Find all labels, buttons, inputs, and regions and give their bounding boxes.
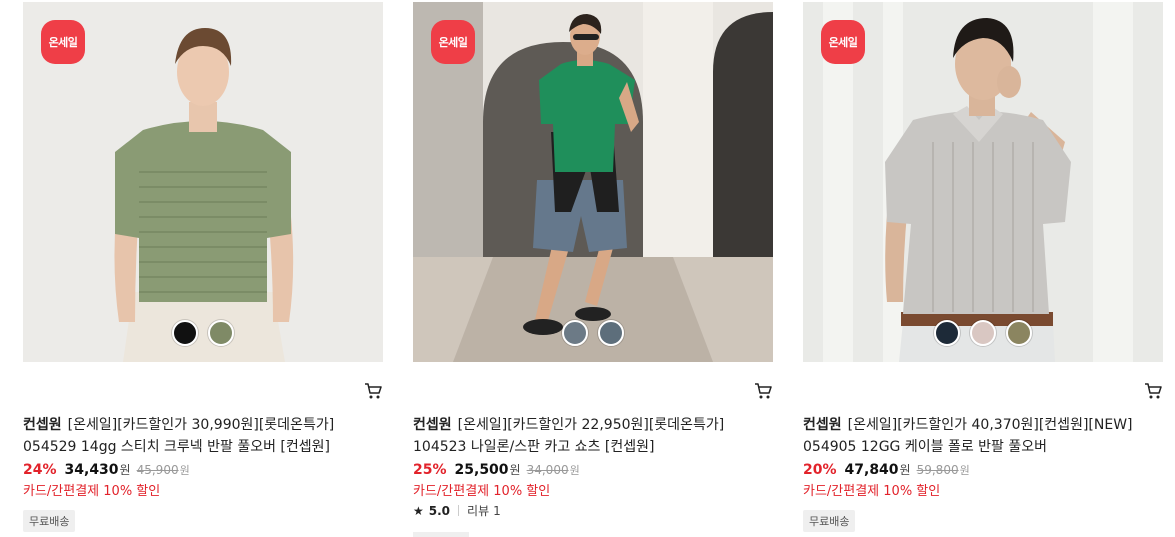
original-price: 59,800 [916, 463, 959, 477]
sale-price: 47,840 [844, 462, 899, 478]
color-swatches [413, 320, 773, 346]
star-icon: ★ [413, 503, 424, 518]
price-row: 25% 25,500원 34,000원 [413, 461, 580, 480]
cart-icon[interactable] [363, 381, 383, 401]
color-swatch[interactable] [208, 320, 234, 346]
price-row: 24% 34,430원 45,900원 [23, 461, 190, 480]
discount-rate: 24% [23, 462, 57, 478]
cart-icon[interactable] [1143, 381, 1163, 401]
price-unit: 원 [119, 463, 131, 477]
product-card[interactable]: 온세일 컨셉원 [온세일][카드할인가 40,370원][컨셉원][NEW] 05… [803, 0, 1163, 537]
price-unit: 원 [899, 463, 911, 477]
brand-name: 컨셉원 [803, 417, 842, 433]
original-price-unit: 원 [179, 464, 190, 477]
original-price: 45,900 [136, 463, 179, 477]
product-name: [온세일][카드할인가 30,990원][롯데온특가] 054529 14gg … [23, 417, 335, 455]
free-shipping-tag: 무료배송 [23, 510, 76, 532]
free-shipping-tag: 무료배송 [803, 510, 856, 532]
color-swatch[interactable] [1006, 320, 1032, 346]
original-price-unit: 원 [959, 464, 970, 477]
divider [458, 505, 460, 516]
discount-rate: 25% [413, 462, 447, 478]
sale-price: 34,430 [64, 462, 119, 478]
sale-badge: 온세일 [41, 20, 85, 64]
review-count: 1 [493, 503, 501, 518]
price-unit: 원 [509, 463, 521, 477]
brand-name: 컨셉원 [413, 417, 452, 433]
product-grid: 온세일 컨셉원 [온세일][카드할인가 30,990원][롯데온특가] 05452… [0, 0, 1175, 537]
product-card[interactable]: 온세일 컨셉원 [온세일][카드할인가 30,990원][롯데온특가] 05452… [23, 0, 383, 537]
rating-score: 5.0 [428, 503, 451, 518]
color-swatches [23, 320, 383, 346]
product-title[interactable]: 컨셉원 [온세일][카드할인가 40,370원][컨셉원][NEW] 054905… [803, 414, 1148, 458]
product-card[interactable]: 온세일 컨셉원 [온세일][카드할인가 22,950원][롯데온특가] 10452… [413, 0, 773, 537]
tag-partial [413, 532, 469, 537]
brand-name: 컨셉원 [23, 417, 62, 433]
sale-badge: 온세일 [821, 20, 865, 64]
card-discount-text: 카드/간편결제 10% 할인 [413, 484, 551, 499]
color-swatch[interactable] [970, 320, 996, 346]
product-title[interactable]: 컨셉원 [온세일][카드할인가 22,950원][롯데온특가] 104523 나일… [413, 414, 758, 458]
product-name: [온세일][카드할인가 40,370원][컨셉원][NEW] 054905 12… [803, 417, 1133, 455]
product-name: [온세일][카드할인가 22,950원][롯데온특가] 104523 나일론/스… [413, 417, 725, 455]
color-swatch[interactable] [598, 320, 624, 346]
color-swatch[interactable] [172, 320, 198, 346]
review-label: 리뷰 [467, 504, 490, 518]
product-image[interactable]: 온세일 [23, 2, 383, 362]
sale-badge: 온세일 [431, 20, 475, 64]
card-discount-text: 카드/간편결제 10% 할인 [23, 484, 161, 499]
product-image[interactable]: 온세일 [803, 2, 1163, 362]
price-row: 20% 47,840원 59,800원 [803, 461, 970, 480]
cart-icon[interactable] [753, 381, 773, 401]
rating-row: ★ 5.0 리뷰 1 [413, 502, 501, 519]
color-swatches [803, 320, 1163, 346]
color-swatch[interactable] [934, 320, 960, 346]
card-discount-text: 카드/간편결제 10% 할인 [803, 484, 941, 499]
discount-rate: 20% [803, 462, 837, 478]
original-price: 34,000 [526, 463, 569, 477]
product-title[interactable]: 컨셉원 [온세일][카드할인가 30,990원][롯데온특가] 054529 14… [23, 414, 368, 458]
color-swatch[interactable] [562, 320, 588, 346]
sale-price: 25,500 [454, 462, 509, 478]
original-price-unit: 원 [569, 464, 580, 477]
product-image[interactable]: 온세일 [413, 2, 773, 362]
